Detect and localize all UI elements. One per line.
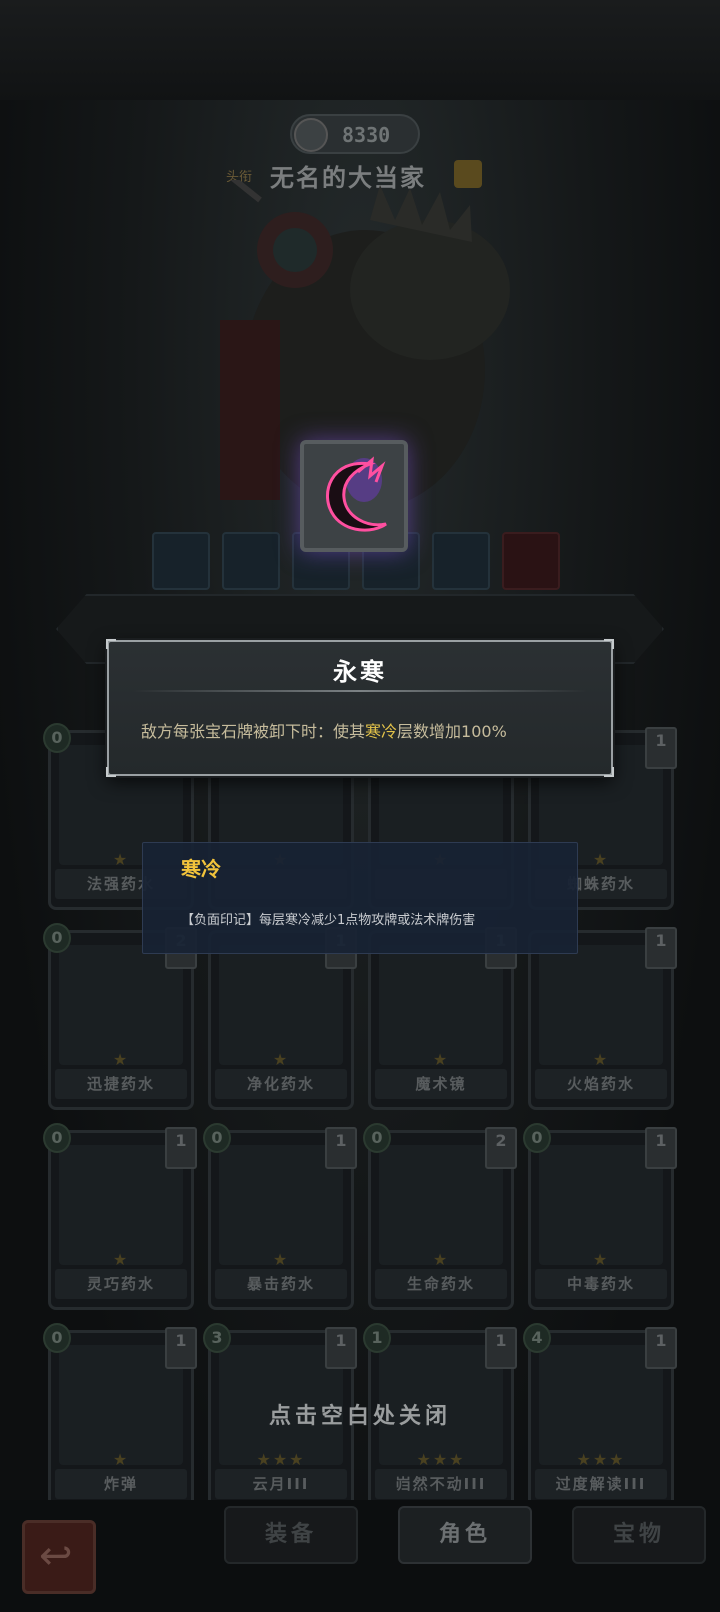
card-stars: ★★★	[256, 1450, 306, 1469]
card-cost: 0	[43, 1323, 71, 1353]
corner-decoration	[604, 767, 614, 777]
card-stars: ★	[592, 1250, 610, 1269]
top-bar	[0, 0, 720, 100]
card-label: 迅捷药水	[55, 1069, 187, 1099]
card-stars: ★	[112, 1050, 130, 1069]
card-cost: 0	[43, 723, 71, 753]
corner-decoration	[106, 767, 116, 777]
card-label: 云月III	[215, 1469, 347, 1499]
card-stack-count: 1	[325, 1327, 357, 1369]
back-arrow-icon: ↩	[39, 1533, 73, 1579]
tab-character[interactable]: 角色	[398, 1506, 532, 1564]
gold-coin-icon	[294, 118, 328, 152]
card-label: 灵巧药水	[55, 1269, 187, 1299]
card-cost: 0	[203, 1123, 231, 1153]
card-stars: ★	[432, 1250, 450, 1269]
relic-slot[interactable]	[502, 532, 560, 590]
card-item[interactable]: ★ 灵巧药水 0 1	[43, 1123, 197, 1310]
card-stack-count: 2	[485, 1127, 517, 1169]
crescent-claw-icon	[325, 456, 387, 532]
selected-relic	[300, 440, 408, 552]
keyword-tooltip: 寒冷 【负面印记】每层寒冷减少1点物攻牌或法术牌伤害	[142, 842, 578, 954]
divider	[133, 690, 587, 692]
card-stack-count: 1	[325, 1127, 357, 1169]
gold-counter: 8330	[290, 114, 420, 154]
background-scene: 8330 头衔 无名的大当家 ★法强药水0★★★蜘蛛药水1★迅捷药水02★净化药…	[0, 0, 720, 1612]
card-cost: 0	[43, 923, 71, 953]
card-stars: ★	[432, 1050, 450, 1069]
relic-description: 敌方每张宝石牌被卸下时：使其寒冷层数增加100%	[141, 718, 507, 742]
relic-tooltip: 永寒 敌方每张宝石牌被卸下时：使其寒冷层数增加100%	[106, 639, 614, 777]
card-label: 魔术镜	[375, 1069, 507, 1099]
card-stars: ★★★	[576, 1450, 626, 1469]
back-button[interactable]: ↩	[22, 1520, 96, 1594]
card-stars: ★★★	[416, 1450, 466, 1469]
card-cost: 3	[203, 1323, 231, 1353]
corner-decoration	[106, 639, 116, 649]
card-stars: ★	[112, 1250, 130, 1269]
card-item[interactable]: ★ 暴击药水 0 1	[203, 1123, 357, 1310]
gold-value: 8330	[342, 123, 391, 147]
card-stack-count: 1	[645, 727, 677, 769]
card-label: 炸弹	[55, 1469, 187, 1499]
relic-slot[interactable]	[222, 532, 280, 590]
card-stars: ★	[272, 1050, 290, 1069]
close-hint[interactable]: 点击空白处关闭	[0, 1398, 720, 1430]
card-label: 过度解读III	[535, 1469, 667, 1499]
card-cost: 1	[363, 1323, 391, 1353]
tab-equip[interactable]: 装备	[224, 1506, 358, 1564]
corner-decoration	[604, 639, 614, 649]
card-stack-count: 1	[645, 927, 677, 969]
card-stars: ★	[592, 1050, 610, 1069]
card-stack-count: 1	[485, 1327, 517, 1369]
card-label: 净化药水	[215, 1069, 347, 1099]
card-item[interactable]: ★迅捷药水02	[43, 923, 197, 1110]
relic-slot[interactable]	[432, 532, 490, 590]
card-item[interactable]: ★净化药水1	[208, 927, 357, 1110]
card-cost: 4	[523, 1323, 551, 1353]
card-label: 火焰药水	[535, 1069, 667, 1099]
card-stack-count: 1	[645, 1327, 677, 1369]
card-stack-count: 1	[165, 1127, 197, 1169]
relic-desc-keyword[interactable]: 寒冷	[365, 722, 397, 741]
card-cost: 0	[43, 1123, 71, 1153]
card-item[interactable]: ★ 生命药水 0 2	[363, 1123, 517, 1310]
relic-slot[interactable]	[152, 532, 210, 590]
relic-title: 永寒	[333, 657, 387, 686]
card-stars: ★	[272, 1250, 290, 1269]
relic-desc-suffix: 层数增加100%	[397, 722, 507, 741]
keyword-title: 寒冷	[181, 857, 221, 881]
relic-desc-prefix: 敌方每张宝石牌被卸下时：使其	[141, 722, 366, 741]
tab-relic[interactable]: 宝物	[572, 1506, 706, 1564]
card-stars: ★	[112, 1450, 130, 1469]
card-item[interactable]: ★魔术镜1	[368, 927, 517, 1110]
card-item[interactable]: ★ 中毒药水 0 1	[523, 1123, 677, 1310]
keyword-description: 【负面印记】每层寒冷减少1点物攻牌或法术牌伤害	[181, 913, 476, 928]
card-cost: 0	[523, 1123, 551, 1153]
card-label: 暴击药水	[215, 1269, 347, 1299]
card-label: 生命药水	[375, 1269, 507, 1299]
card-stack-count: 1	[165, 1327, 197, 1369]
card-item[interactable]: ★ 火焰药水 1	[528, 927, 677, 1110]
card-label: 中毒药水	[535, 1269, 667, 1299]
card-cost: 0	[363, 1123, 391, 1153]
card-label: 岿然不动III	[375, 1469, 507, 1499]
card-stack-count: 1	[645, 1127, 677, 1169]
